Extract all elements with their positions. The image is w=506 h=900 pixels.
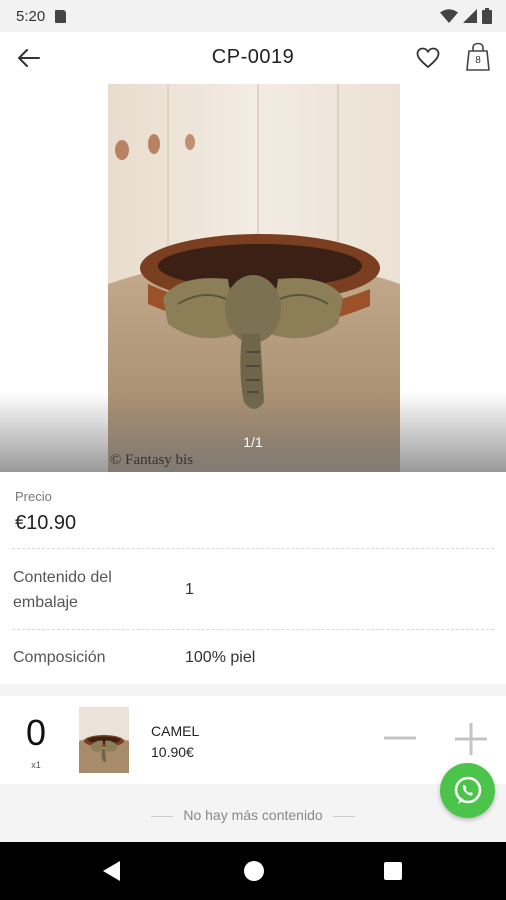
no-more-content-text: No hay más contenido xyxy=(0,807,506,823)
whatsapp-button[interactable] xyxy=(440,763,495,818)
end-of-content: No hay más contenido xyxy=(0,784,506,842)
status-icons xyxy=(440,8,492,24)
variant-row: 0 x1 CAMEL 10.90€ xyxy=(0,696,506,784)
status-time: 5:20 xyxy=(16,7,46,25)
section-gap xyxy=(0,684,506,696)
image-counter: 1/1 xyxy=(243,434,263,450)
quantity-unit: x1 xyxy=(31,760,41,770)
signal-icon xyxy=(463,9,477,23)
status-bar: 5:20 xyxy=(0,0,506,32)
packaging-value: 1 xyxy=(185,581,194,598)
plus-icon xyxy=(455,723,487,755)
app-header: CP-0019 8 xyxy=(0,32,506,84)
cart-button[interactable]: 8 xyxy=(464,42,492,72)
navigation-bar xyxy=(0,842,506,900)
price-label: Precio xyxy=(15,489,52,504)
composition-value: 100% piel xyxy=(185,649,256,666)
favorite-button[interactable] xyxy=(414,44,442,72)
divider xyxy=(12,629,494,630)
nav-home-icon[interactable] xyxy=(244,861,264,881)
minus-icon xyxy=(384,736,416,740)
divider xyxy=(12,548,494,549)
product-image-carousel[interactable]: 1/1 © Fantasy bis xyxy=(0,84,506,472)
quantity-value: 0 xyxy=(25,712,47,753)
packaging-label: Contenido del embalaje xyxy=(13,569,112,611)
battery-icon xyxy=(482,8,492,24)
variant-price: 10.90€ xyxy=(151,744,194,760)
heart-icon xyxy=(416,47,440,69)
increase-quantity-button[interactable] xyxy=(454,722,488,756)
wifi-icon xyxy=(440,9,458,23)
variant-thumbnail[interactable] xyxy=(79,707,129,773)
variant-color: CAMEL xyxy=(151,723,200,739)
nav-recents-icon[interactable] xyxy=(384,862,402,880)
watermark: © Fantasy bis xyxy=(110,452,194,468)
price-value: €10.90 xyxy=(15,512,77,534)
whatsapp-icon xyxy=(454,776,481,804)
composition-label: Composición xyxy=(13,649,106,666)
nav-back-icon[interactable] xyxy=(103,861,121,881)
cart-count: 8 xyxy=(475,55,481,66)
decrease-quantity-button[interactable] xyxy=(382,724,418,752)
image-shade xyxy=(0,392,506,472)
sd-card-icon xyxy=(55,9,67,23)
